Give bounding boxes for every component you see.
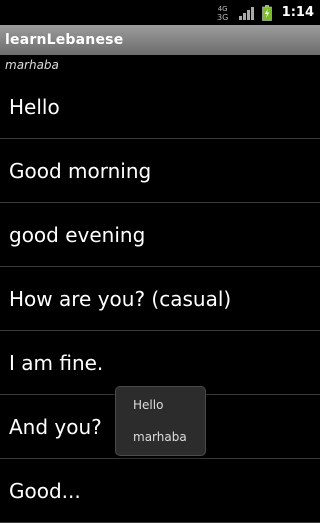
- list-item-label: good evening: [9, 222, 146, 247]
- list-item[interactable]: Good...: [0, 459, 320, 523]
- list-item-label: Good...: [9, 478, 81, 503]
- list-item[interactable]: Good morning: [0, 139, 320, 203]
- list-item-label: Hello: [9, 94, 60, 119]
- network-label-top: 4G: [217, 4, 228, 13]
- list-item[interactable]: good evening: [0, 203, 320, 267]
- selected-phrase-translation: marhaba: [5, 58, 59, 72]
- network-icon: 4G 3G: [216, 4, 230, 22]
- toast-lebanese: marhaba: [133, 430, 187, 444]
- list-item-label: I am fine.: [9, 350, 104, 375]
- app-title: learnLebanese: [5, 32, 124, 48]
- translation-toast: Hello marhaba: [115, 386, 206, 456]
- toast-english: Hello: [133, 398, 164, 412]
- list-item[interactable]: How are you? (casual): [0, 267, 320, 331]
- list-item-label: Good morning: [9, 158, 152, 183]
- list-item[interactable]: Hello: [0, 75, 320, 139]
- clock: 1:14: [281, 5, 314, 20]
- list-item-label: And you?: [9, 414, 102, 439]
- list-item-label: How are you? (casual): [9, 286, 232, 311]
- signal-icon: [238, 6, 254, 20]
- title-bar: learnLebanese: [0, 25, 320, 55]
- network-label-bottom: 3G: [217, 12, 229, 22]
- status-bar: 4G 3G 1:14: [0, 0, 320, 25]
- status-icons: 4G 3G 1:14: [216, 0, 314, 25]
- battery-charging-icon: [261, 4, 272, 21]
